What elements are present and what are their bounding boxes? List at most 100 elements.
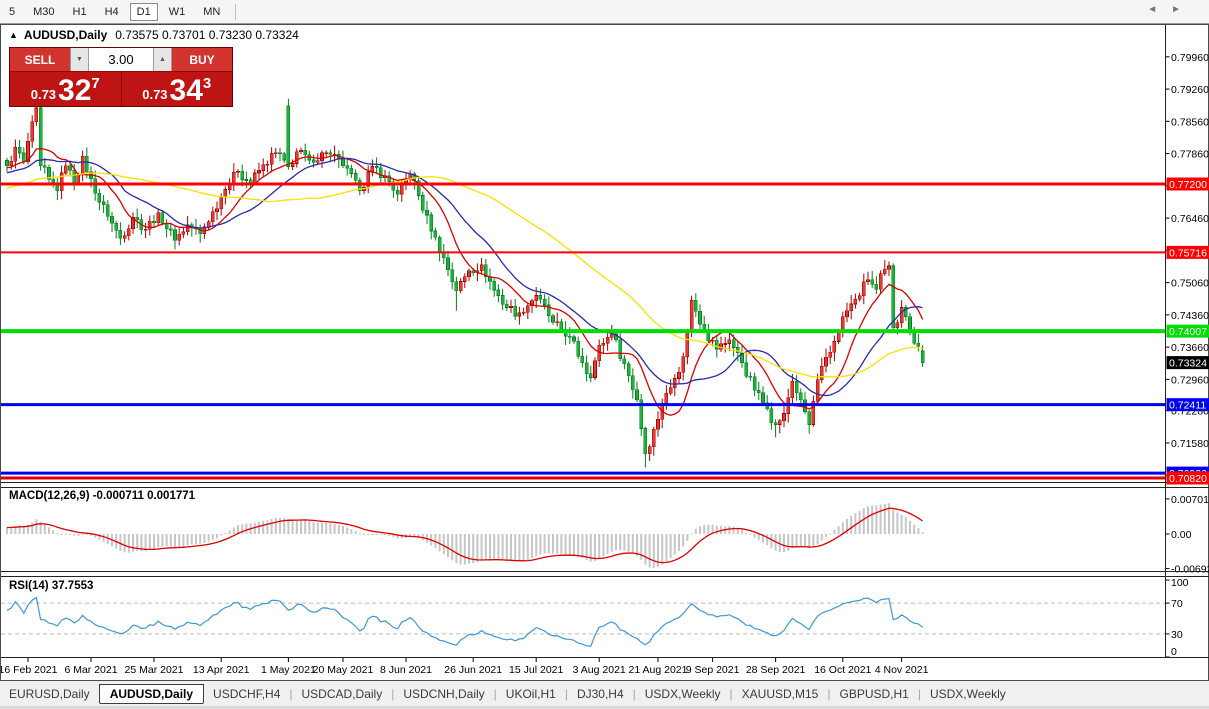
buy-button[interactable]: BUY <box>172 48 232 71</box>
candle-body <box>93 178 97 194</box>
macd-histogram-bar <box>820 534 823 541</box>
candle-body <box>441 252 446 259</box>
macd-histogram-bar <box>354 531 357 534</box>
macd-histogram-bar <box>69 534 71 535</box>
chart-tab-usdcnh-daily[interactable]: USDCNH,Daily <box>394 684 493 704</box>
chart-tab-usdcad-daily[interactable]: USDCAD,Daily <box>293 684 392 704</box>
date-axis-label: 9 Sep 2021 <box>686 664 740 676</box>
candle-body <box>874 283 879 290</box>
candle-body <box>723 343 728 345</box>
macd-histogram-bar <box>799 534 802 547</box>
level-price-label: 0.70820 <box>1169 473 1207 485</box>
macd-histogram-bar <box>522 534 525 561</box>
macd-histogram-bar <box>816 534 819 545</box>
candle-body <box>328 152 333 155</box>
price-axis-tick-label: 0.75060 <box>1171 278 1209 290</box>
candle-body <box>668 387 673 394</box>
chart-tab-xauusd-m15[interactable]: XAUUSD,M15 <box>733 684 828 704</box>
candle-body <box>341 158 345 166</box>
candle-body <box>643 428 648 454</box>
candle-body <box>790 380 795 398</box>
chart-tab-usdx-weekly[interactable]: USDX,Weekly <box>921 684 1015 704</box>
macd-histogram-bar <box>102 534 105 542</box>
macd-histogram-bar <box>258 521 260 534</box>
candle-body <box>450 269 455 282</box>
macd-histogram-bar <box>463 534 466 565</box>
macd-histogram-bar <box>224 532 227 534</box>
chart-tab-usdchf-h4[interactable]: USDCHF,H4 <box>204 684 289 704</box>
candle-body <box>538 295 543 300</box>
macd-histogram-bar <box>455 534 458 564</box>
volume-input[interactable]: 3.00 <box>89 48 153 71</box>
macd-histogram-bar <box>375 534 378 535</box>
macd-histogram-bar <box>673 534 676 555</box>
candle-body <box>618 339 623 360</box>
macd-histogram-bar <box>6 527 8 534</box>
macd-histogram-bar <box>610 534 613 552</box>
candle-body <box>311 159 316 163</box>
date-axis-label: 1 May 2021 <box>261 664 316 676</box>
timeframe-button-h4[interactable]: H4 <box>98 3 126 21</box>
timeframe-button-w1[interactable]: W1 <box>162 3 193 21</box>
candle-body <box>420 195 425 211</box>
candle-body <box>127 228 131 237</box>
candle-body <box>215 208 219 212</box>
chart-tab-ukoil-h1[interactable]: UKOil,H1 <box>497 684 565 704</box>
date-axis-label: 28 Sep 2021 <box>746 664 806 676</box>
timeframe-button-h1[interactable]: H1 <box>66 3 94 21</box>
chart-tab-gbpusd-h1[interactable]: GBPUSD,H1 <box>830 684 917 704</box>
price-chart-canvas[interactable]: 0.799600.792600.785600.778600.771600.764… <box>1 25 1209 681</box>
candle-body <box>656 419 660 430</box>
candle-body <box>525 305 530 313</box>
volume-increase-button[interactable]: ▲ <box>153 48 172 71</box>
macd-histogram-bar <box>707 524 710 534</box>
candle-body <box>223 189 228 198</box>
candle-body <box>122 235 127 239</box>
chart-tab-dj30-h4[interactable]: DJ30,H4 <box>568 684 633 704</box>
candle-body <box>542 298 547 306</box>
macd-histogram-bar <box>648 534 651 568</box>
price-axis-tick-label: 0.78560 <box>1171 116 1209 128</box>
timeframe-button-mn[interactable]: MN <box>196 3 227 21</box>
candle-body <box>177 234 181 241</box>
candle-body <box>206 221 211 228</box>
chart-tab-usdx-weekly[interactable]: USDX,Weekly <box>636 684 730 704</box>
candle-body <box>471 270 476 274</box>
candle-body <box>782 413 786 422</box>
timeframe-button-d1[interactable]: D1 <box>129 2 158 21</box>
candle-body <box>920 350 925 363</box>
candle-body <box>156 212 160 224</box>
candle-body <box>752 376 757 391</box>
collapse-panel-icon[interactable]: ▲ <box>9 30 18 40</box>
macd-histogram-bar <box>690 533 693 535</box>
candle-body <box>227 184 232 190</box>
candle-body <box>290 163 295 167</box>
volume-decrease-button[interactable]: ▼ <box>70 48 89 71</box>
macd-histogram-bar <box>694 528 697 534</box>
macd-histogram-bar <box>896 512 899 534</box>
chart-tab-eurusd-daily[interactable]: EURUSD,Daily <box>0 684 99 704</box>
buy-price-display[interactable]: 0.73 34 3 <box>122 72 233 107</box>
chart-tab-audusd-daily[interactable]: AUDUSD,Daily <box>98 684 205 704</box>
candle-body <box>68 165 72 171</box>
candle-body <box>651 428 656 448</box>
candle-body <box>576 341 581 357</box>
macd-histogram-bar <box>564 534 567 555</box>
sell-button[interactable]: SELL <box>10 48 70 71</box>
sell-price-display[interactable]: 0.73 32 7 <box>10 72 122 107</box>
candle-body <box>286 105 291 167</box>
macd-histogram-bar <box>871 505 874 534</box>
timeframe-button-5[interactable]: 5 <box>2 3 22 21</box>
timeframe-button-m30[interactable]: M30 <box>26 3 61 21</box>
candle-body <box>265 163 270 166</box>
macd-histogram-bar <box>132 534 134 552</box>
price-axis-tick-label: 0.79960 <box>1171 52 1209 64</box>
tab-scroll-arrows[interactable]: ◄► <box>1147 4 1195 15</box>
candle-body <box>828 351 833 358</box>
macd-histogram-bar <box>48 527 50 534</box>
macd-histogram-bar <box>862 508 865 534</box>
macd-histogram-bar <box>837 526 840 534</box>
macd-histogram-bar <box>854 513 857 534</box>
candle-body <box>559 321 564 331</box>
macd-histogram-bar <box>909 520 911 534</box>
